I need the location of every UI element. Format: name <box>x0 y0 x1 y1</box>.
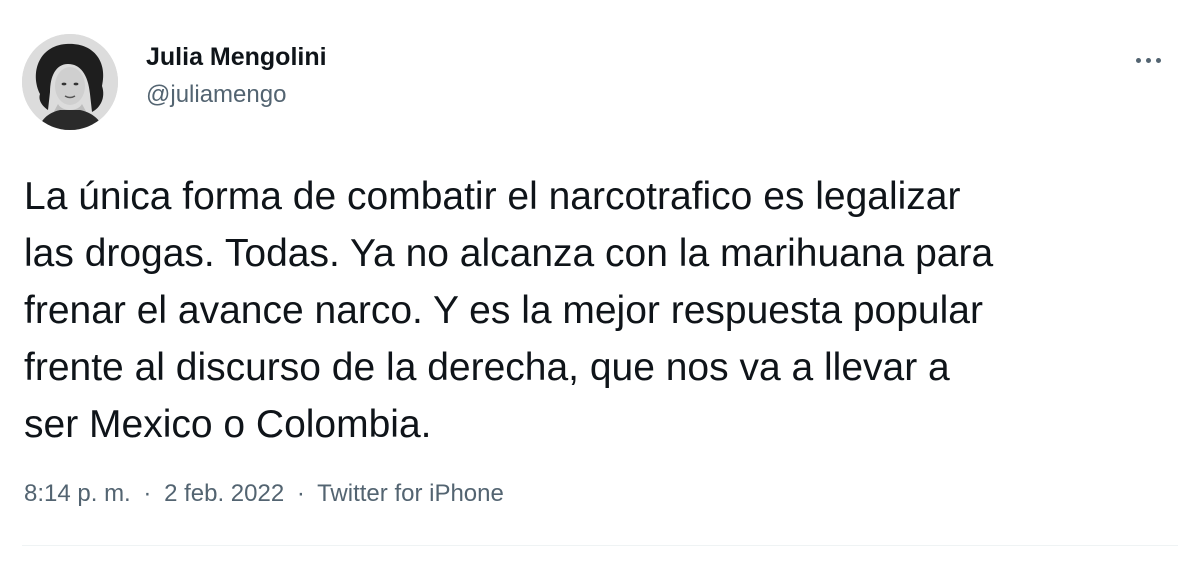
tweet-text: La única forma de combatir el narcotrafi… <box>24 175 994 446</box>
avatar[interactable] <box>22 34 118 130</box>
username-handle[interactable]: @juliamengo <box>146 80 327 110</box>
dot <box>1145 57 1151 63</box>
divider <box>22 545 1178 546</box>
tweet-source[interactable]: Twitter for iPhone <box>317 480 504 507</box>
tweet-time[interactable]: 8:14 p. m. <box>24 480 131 507</box>
dot <box>1135 57 1141 63</box>
tweet-date[interactable]: 2 feb. 2022 <box>164 480 284 507</box>
dot <box>1155 57 1161 63</box>
separator: · <box>296 480 305 507</box>
author-info: Julia Mengolini @juliamengo <box>146 42 327 110</box>
separator: · <box>143 480 152 507</box>
more-options-icon[interactable] <box>1128 48 1168 72</box>
tweet-metadata: 8:14 p. m. · 2 feb. 2022 · Twitter for i… <box>24 478 504 510</box>
profile-photo-icon <box>22 34 118 130</box>
tweet-card: Julia Mengolini @juliamengo La única for… <box>0 0 1200 571</box>
display-name[interactable]: Julia Mengolini <box>146 42 327 72</box>
